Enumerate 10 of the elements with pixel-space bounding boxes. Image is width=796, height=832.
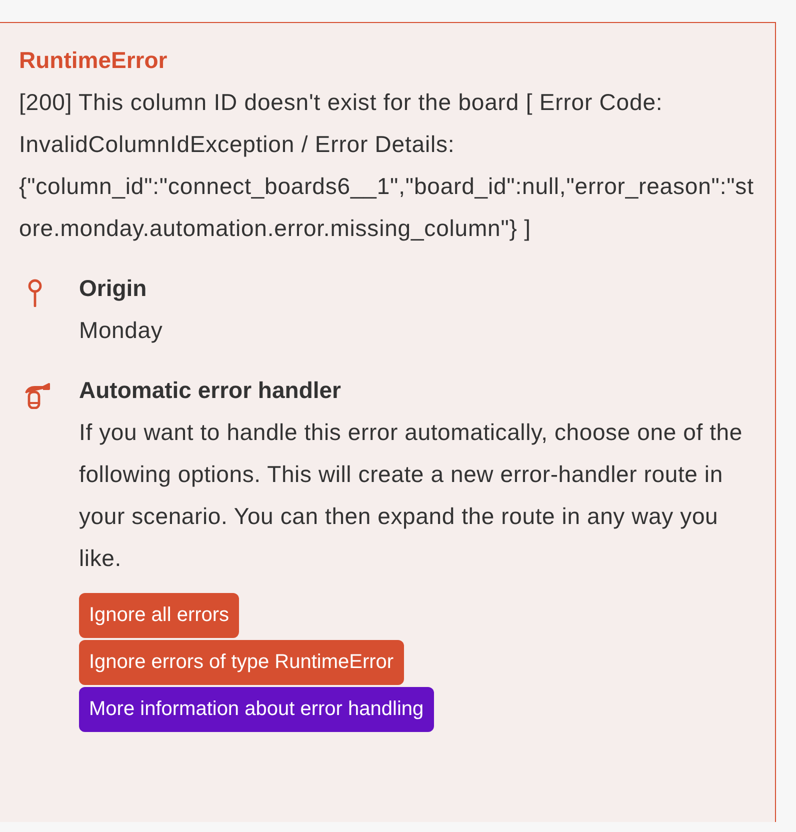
help-link-button[interactable]: More information about error handling	[79, 687, 434, 732]
section-text: Monday	[79, 316, 164, 345]
ignore-button[interactable]: Ignore errors of type RuntimeError	[79, 640, 404, 685]
error-title: RuntimeError	[19, 46, 168, 75]
fire-extinguisher-icon	[23, 381, 51, 409]
section-heading: Origin	[79, 274, 148, 303]
section-heading: Automatic error handler	[79, 376, 342, 405]
section-text: If you want to handle this error automatically, choose one of the following options. This will create a new error-handler route in your scenario. You can then expand the route in any way you like.	[79, 418, 744, 573]
error-message: [200] This column ID doesn't exist for the board [ Error Code: InvalidColumnIdException / Error Details: {"column_id":"connect_boards6__1","board_id":null,"error_reason":"store.monday.automation.error.missing_column"} ]	[19, 88, 755, 243]
ignore-button[interactable]: Ignore all errors	[79, 593, 240, 638]
